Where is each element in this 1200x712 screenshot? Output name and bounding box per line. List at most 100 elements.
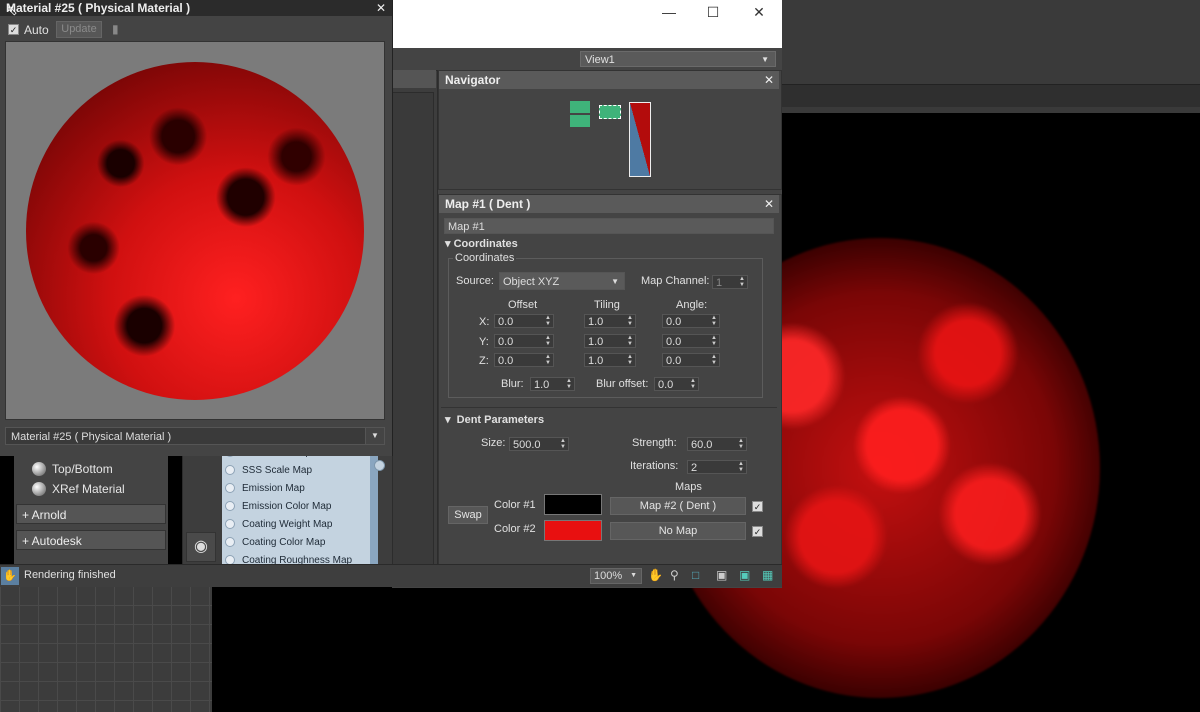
blur-spinner[interactable]: 1.0 ▲ ▼: [530, 377, 575, 391]
maximize-icon[interactable]: ☐: [700, 3, 726, 21]
slot-row[interactable]: Coating Roughness Map: [222, 552, 370, 564]
close-icon[interactable]: ✕: [764, 195, 774, 213]
axis-z-label: Z:: [479, 355, 489, 367]
viewport-grid[interactable]: [0, 586, 212, 712]
material-select[interactable]: Material #25 ( Physical Material ) ▼: [5, 427, 385, 445]
zoom-select[interactable]: 100% ▼: [590, 568, 642, 584]
offset-z-spinner[interactable]: 0.0 ▲ ▼: [494, 353, 554, 367]
tiling-x-spinner[interactable]: 1.0 ▲ ▼: [584, 314, 636, 328]
group-arnold[interactable]: + Arnold: [16, 504, 166, 524]
coordinates-rollout-header[interactable]: ▾ Coordinates: [445, 237, 518, 250]
update-button[interactable]: Update: [56, 21, 102, 38]
nav-node-selected-icon: [599, 105, 621, 119]
pan-icon[interactable]: ✋: [648, 568, 664, 584]
iterations-label: Iterations:: [630, 460, 679, 472]
zoom-extents-selected-icon[interactable]: ▣: [739, 568, 755, 584]
spinner-arrows-icon[interactable]: ▲ ▼: [738, 438, 744, 450]
spinner-arrows-icon[interactable]: ▲ ▼: [545, 335, 551, 347]
spinner-arrows-icon[interactable]: ▲ ▼: [627, 354, 633, 366]
swap-button[interactable]: Swap: [448, 506, 488, 524]
source-label: Source:: [456, 275, 494, 287]
slot-row[interactable]: Coating Weight Map: [222, 516, 370, 534]
close-icon[interactable]: ✕: [764, 71, 774, 89]
slot-row[interactable]: SSS Scale Map: [222, 462, 370, 480]
close-icon[interactable]: ✕: [376, 0, 386, 16]
list-item[interactable]: Top/Bottom: [52, 460, 113, 479]
angle-y-spinner[interactable]: 0.0 ▲ ▼: [662, 334, 720, 348]
slot-socket-icon[interactable]: [225, 465, 235, 475]
material-preview-titlebar: Material #25 ( Physical Material ) ✕: [0, 0, 392, 16]
strength-spinner[interactable]: 60.0 ▲ ▼: [687, 437, 747, 451]
pin-icon[interactable]: ▮: [112, 22, 126, 36]
chevron-down-icon[interactable]: ▼: [365, 428, 384, 444]
view-select[interactable]: View1 ▼: [580, 51, 776, 67]
tiling-y-spinner[interactable]: 1.0 ▲ ▼: [584, 334, 636, 348]
spinner-arrows-icon[interactable]: ▲ ▼: [711, 315, 717, 327]
strength-value: 60.0: [691, 439, 713, 451]
output-socket-icon[interactable]: [374, 460, 385, 471]
slot-socket-icon[interactable]: [225, 501, 235, 511]
slot-socket-icon[interactable]: [225, 519, 235, 529]
angle-y-value: 0.0: [666, 336, 682, 348]
color2-swatch[interactable]: [544, 520, 602, 541]
color2-map-button[interactable]: No Map: [610, 522, 746, 540]
slot-row[interactable]: Emission Color Map: [222, 498, 370, 516]
size-value: 500.0: [513, 439, 541, 451]
slot-socket-icon[interactable]: [225, 537, 235, 547]
spinner-arrows-icon[interactable]: ▲ ▼: [566, 378, 572, 390]
spinner-arrows-icon[interactable]: ▲ ▼: [545, 354, 551, 366]
view-select-value: View1: [585, 54, 615, 66]
spinner-arrows-icon[interactable]: ▲ ▼: [711, 354, 717, 366]
tiling-z-spinner[interactable]: 1.0 ▲ ▼: [584, 353, 636, 367]
chevron-down-icon: ▼: [611, 277, 619, 286]
color1-map-checkbox[interactable]: ✓: [752, 501, 763, 512]
slot-row[interactable]: Coating Color Map: [222, 534, 370, 552]
dent-rollout-header[interactable]: ▾ Dent Parameters: [445, 413, 544, 426]
slot-socket-icon[interactable]: [225, 555, 235, 564]
zoom-icon[interactable]: ⚲: [670, 568, 686, 584]
binoculars-icon[interactable]: ◉: [186, 532, 216, 562]
size-label: Size:: [481, 437, 506, 449]
coordinates-rollout-label: Coordinates: [453, 238, 518, 250]
spinner-arrows-icon[interactable]: ▲ ▼: [690, 378, 696, 390]
spinner-arrows-icon[interactable]: ▲ ▼: [560, 438, 566, 450]
spinner-arrows-icon[interactable]: ▲ ▼: [738, 461, 744, 473]
map-parameters-panel: Map #1 ( Dent ) ✕ Map #1 ▾ Coordinates C…: [438, 194, 782, 566]
view-canvas-strip[interactable]: [392, 92, 434, 566]
slot-label: Coating Color Map: [242, 537, 326, 548]
spinner-arrows-icon[interactable]: ▲ ▼: [545, 315, 551, 327]
spinner-arrows-icon[interactable]: ▲ ▼: [627, 315, 633, 327]
slot-row[interactable]: Emission Map: [222, 480, 370, 498]
nav-viewport-rect[interactable]: [629, 102, 651, 177]
group-autodesk[interactable]: + Autodesk: [16, 530, 166, 550]
spinner-arrows-icon[interactable]: ▲ ▼: [739, 276, 745, 288]
offset-x-spinner[interactable]: 0.0 ▲ ▼: [494, 314, 554, 328]
auto-checkbox[interactable]: ✓: [8, 24, 19, 35]
color1-swatch[interactable]: [544, 494, 602, 515]
close-icon[interactable]: ✕: [746, 3, 772, 21]
zoom-extents-icon[interactable]: ▣: [716, 568, 732, 584]
spinner-arrows-icon[interactable]: ▲ ▼: [627, 335, 633, 347]
minimize-icon[interactable]: —: [656, 3, 682, 21]
maximize-view-icon[interactable]: ▦: [762, 568, 778, 584]
angle-z-spinner[interactable]: 0.0 ▲ ▼: [662, 353, 720, 367]
offset-z-value: 0.0: [498, 355, 514, 367]
tiling-x-value: 1.0: [588, 316, 604, 328]
angle-x-spinner[interactable]: 0.0 ▲ ▼: [662, 314, 720, 328]
offset-y-spinner[interactable]: 0.0 ▲ ▼: [494, 334, 554, 348]
map-channel-spinner[interactable]: 1 ▲ ▼: [712, 275, 748, 289]
preview-sphere: [26, 62, 364, 400]
spinner-arrows-icon[interactable]: ▲ ▼: [711, 335, 717, 347]
slot-socket-icon[interactable]: [225, 483, 235, 493]
color1-map-button[interactable]: Map #2 ( Dent ): [610, 497, 746, 515]
blur-offset-spinner[interactable]: 0.0 ▲ ▼: [654, 377, 699, 391]
map-name-field[interactable]: Map #1: [444, 218, 774, 234]
color2-map-checkbox[interactable]: ✓: [752, 526, 763, 537]
list-item[interactable]: XRef Material: [52, 480, 125, 499]
zoom-region-icon[interactable]: □: [692, 568, 708, 584]
blur-offset-label: Blur offset:: [596, 378, 649, 390]
iterations-spinner[interactable]: 2 ▲ ▼: [687, 460, 747, 474]
map-panel-title: Map #1 ( Dent ) ✕: [439, 195, 779, 213]
size-spinner[interactable]: 500.0 ▲ ▼: [509, 437, 569, 451]
source-select[interactable]: Object XYZ ▼: [499, 272, 625, 290]
